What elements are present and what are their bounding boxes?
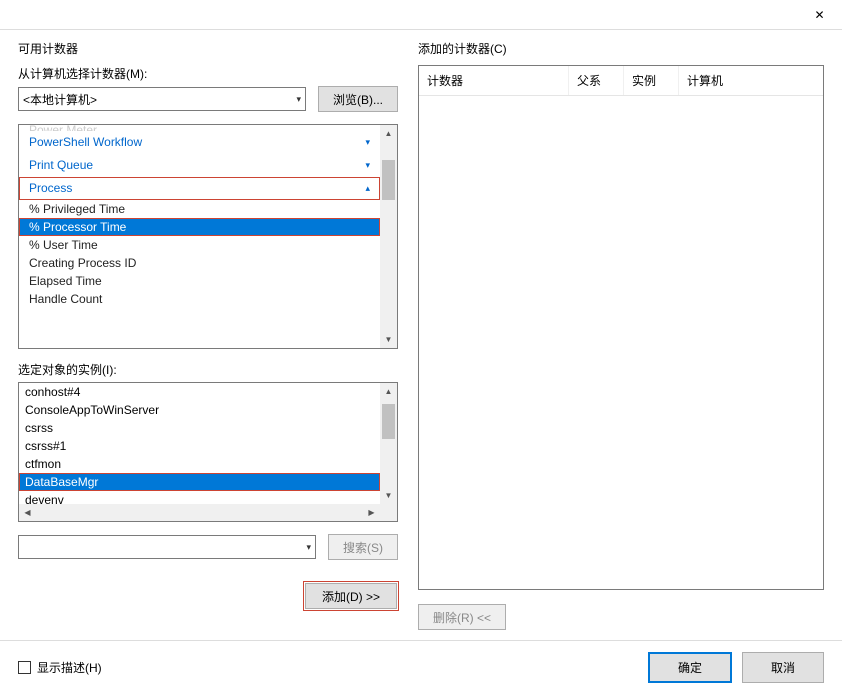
show-description-checkbox[interactable] xyxy=(18,661,31,674)
show-description-label: 显示描述(H) xyxy=(37,659,102,676)
remove-button: 删除(R) << xyxy=(418,604,506,630)
dialog-content: 可用计数器 从计算机选择计数器(M): <本地计算机> ▾ 浏览(B)... P… xyxy=(0,30,842,640)
search-row: ▾ 搜索(S) xyxy=(18,534,398,560)
show-description-row: 显示描述(H) xyxy=(18,659,102,676)
counter-list-inner: Power Meter PowerShell Workflow▾Print Qu… xyxy=(19,125,380,348)
scroll-thumb[interactable] xyxy=(382,160,395,200)
close-button[interactable]: ✕ xyxy=(797,0,842,30)
scroll-track[interactable] xyxy=(380,400,397,487)
scroll-corner xyxy=(380,504,397,521)
add-row: 添加(D) >> xyxy=(18,582,398,610)
scroll-up-icon[interactable]: ▲ xyxy=(380,383,397,400)
category-item[interactable]: PowerShell Workflow ▾ xyxy=(19,131,380,154)
instance-scrollbar-h[interactable]: ◀ ▶ xyxy=(19,504,380,521)
add-button[interactable]: 添加(D) >> xyxy=(305,583,397,609)
cancel-button[interactable]: 取消 xyxy=(742,652,824,683)
add-button-highlight: 添加(D) >> xyxy=(304,582,398,610)
instance-item[interactable]: conhost#4 xyxy=(19,383,380,401)
computer-row: <本地计算机> ▾ 浏览(B)... xyxy=(18,86,398,112)
scroll-left-icon[interactable]: ◀ xyxy=(19,504,36,521)
dialog-footer: 显示描述(H) 确定 取消 xyxy=(0,640,842,694)
scroll-thumb[interactable] xyxy=(382,404,395,439)
table-body xyxy=(419,96,823,589)
category-label: Print Queue xyxy=(29,158,93,172)
col-instance[interactable]: 实例 xyxy=(624,66,679,95)
scroll-down-icon[interactable]: ▼ xyxy=(380,487,397,504)
search-button: 搜索(S) xyxy=(328,534,398,560)
category-item[interactable]: Print Queue ▾ xyxy=(19,154,380,177)
instance-item[interactable]: ConsoleAppToWinServer xyxy=(19,401,380,419)
available-counters-title: 可用计数器 xyxy=(18,40,398,57)
counter-item[interactable]: % Privileged Time xyxy=(19,200,380,218)
instance-item[interactable]: csrss#1 xyxy=(19,437,380,455)
scroll-track[interactable] xyxy=(380,142,397,331)
scroll-up-icon[interactable]: ▲ xyxy=(380,125,397,142)
col-parent[interactable]: 父系 xyxy=(569,66,624,95)
counter-item[interactable]: % User Time xyxy=(19,236,380,254)
category-label: PowerShell Workflow xyxy=(29,135,142,149)
counter-item[interactable]: Elapsed Time xyxy=(19,272,380,290)
counter-item[interactable]: Creating Process ID xyxy=(19,254,380,272)
close-icon: ✕ xyxy=(814,8,824,22)
category-label: Process xyxy=(29,181,72,195)
added-counters-title: 添加的计数器(C) xyxy=(418,40,824,57)
counter-category-list: Power Meter PowerShell Workflow▾Print Qu… xyxy=(18,124,398,349)
instance-item[interactable]: devenv xyxy=(19,491,380,504)
chevron-down-icon: ▾ xyxy=(365,160,370,171)
instances-label: 选定对象的实例(I): xyxy=(18,361,398,378)
chevron-up-icon: ▴ xyxy=(365,183,370,194)
remove-row: 删除(R) << xyxy=(418,604,824,630)
col-counter[interactable]: 计数器 xyxy=(419,66,569,95)
scroll-down-icon[interactable]: ▼ xyxy=(380,331,397,348)
footer-buttons: 确定 取消 xyxy=(648,652,824,683)
added-counters-pane: 添加的计数器(C) 计数器 父系 实例 计算机 删除(R) << xyxy=(418,40,824,630)
computer-value: <本地计算机> xyxy=(23,91,97,108)
instance-list: conhost#4ConsoleAppToWinServercsrsscsrss… xyxy=(18,382,398,522)
col-computer[interactable]: 计算机 xyxy=(679,66,823,95)
instance-item[interactable]: ctfmon xyxy=(19,455,380,473)
computer-combo[interactable]: <本地计算机> ▾ xyxy=(18,87,306,111)
chevron-down-icon: ▾ xyxy=(365,137,370,148)
counter-item[interactable]: Handle Count xyxy=(19,290,380,308)
available-counters-pane: 可用计数器 从计算机选择计数器(M): <本地计算机> ▾ 浏览(B)... P… xyxy=(18,40,398,630)
add-counters-dialog: ✕ 可用计数器 从计算机选择计数器(M): <本地计算机> ▾ 浏览(B)...… xyxy=(0,0,842,694)
search-combo[interactable]: ▾ xyxy=(18,535,316,559)
counter-item[interactable]: % Processor Time xyxy=(19,218,380,236)
instance-item[interactable]: DataBaseMgr xyxy=(19,473,380,491)
instance-item[interactable]: csrss xyxy=(19,419,380,437)
ok-button[interactable]: 确定 xyxy=(648,652,732,683)
chevron-down-icon: ▾ xyxy=(306,542,311,553)
category-item[interactable]: Process ▴ xyxy=(19,177,380,200)
browse-button[interactable]: 浏览(B)... xyxy=(318,86,398,112)
computer-label: 从计算机选择计数器(M): xyxy=(18,65,398,82)
chevron-down-icon: ▾ xyxy=(296,94,301,105)
titlebar: ✕ xyxy=(0,0,842,30)
table-header: 计数器 父系 实例 计算机 xyxy=(419,66,823,96)
counter-list-scrollbar[interactable]: ▲ ▼ xyxy=(380,125,397,348)
instance-scrollbar-v[interactable]: ▲ ▼ xyxy=(380,383,397,504)
added-counters-table: 计数器 父系 实例 计算机 xyxy=(418,65,824,590)
scroll-track-h[interactable] xyxy=(36,504,363,521)
instance-list-inner: conhost#4ConsoleAppToWinServercsrsscsrss… xyxy=(19,383,380,504)
scroll-right-icon[interactable]: ▶ xyxy=(363,504,380,521)
